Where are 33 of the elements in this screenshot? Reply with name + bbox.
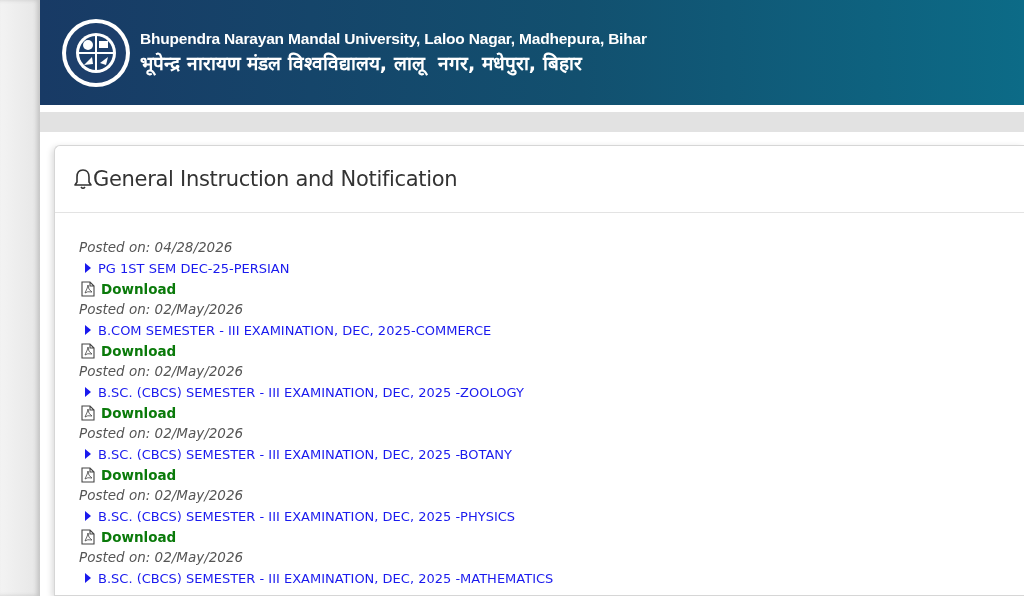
posted-date: Posted on: 02/May/2026 [79, 300, 245, 320]
pdf-file-icon [81, 528, 95, 545]
posted-date: Posted on: 02/May/2026 [79, 424, 245, 444]
caret-icon [85, 511, 91, 522]
university-emblem-icon [60, 16, 132, 89]
caret-icon [85, 325, 91, 336]
caret-icon [85, 573, 91, 584]
download-link[interactable]: Download [101, 466, 177, 483]
caret-icon [85, 387, 91, 398]
caret-icon [85, 449, 91, 460]
pdf-file-icon [81, 280, 95, 297]
download-link[interactable]: Download [101, 280, 177, 297]
notice-link[interactable]: B.SC. (CBCS) SEMESTER - III EXAMINATION, DEC, 2025 -PHYSICS [98, 508, 516, 524]
posted-date: Posted on: 02/May/2026 [79, 486, 245, 506]
bell-icon [73, 168, 93, 190]
pdf-file-icon [81, 342, 95, 359]
panel-title: General Instruction and Notification [93, 167, 458, 191]
pdf-file-icon [81, 404, 95, 421]
notice-link[interactable]: B.SC. (CBCS) SEMESTER - III EXAMINATION, DEC, 2025 -MATHEMATICS [98, 570, 554, 586]
notice-link[interactable]: B.SC. (CBCS) SEMESTER - III EXAMINATION, DEC, 2025 -ZOOLOGY [98, 384, 524, 400]
download-link[interactable]: Download [101, 528, 177, 545]
posted-date: Posted on: 02/May/2026 [79, 362, 245, 382]
caret-icon [85, 263, 91, 274]
posted-date: Posted on: 04/28/2026 [79, 238, 234, 257]
pdf-file-icon [81, 466, 95, 483]
university-name: Bhupendra Narayan Mandal University, Laloo Nagar, Madhepura, Bihar [140, 29, 647, 48]
notice-link[interactable]: B.COM SEMESTER - III EXAMINATION, DEC, 2025-COMMERCE [98, 322, 492, 338]
notice-link[interactable]: B.SC. (CBCS) SEMESTER - III EXAMINATION, DEC, 2025 -BOTANY [98, 446, 513, 462]
university-name-hindi: भूपेन्द्र नारायण मंडल विश्वविद्यालय, लालू नगर, मधेपुरा, बिहार [140, 50, 584, 76]
download-link[interactable]: Download [101, 342, 177, 359]
download-link[interactable]: Download [101, 404, 177, 421]
posted-date: Posted on: 02/May/2026 [79, 548, 245, 568]
notice-link[interactable]: PG 1ST SEM DEC-25-PERSIAN [98, 260, 290, 276]
